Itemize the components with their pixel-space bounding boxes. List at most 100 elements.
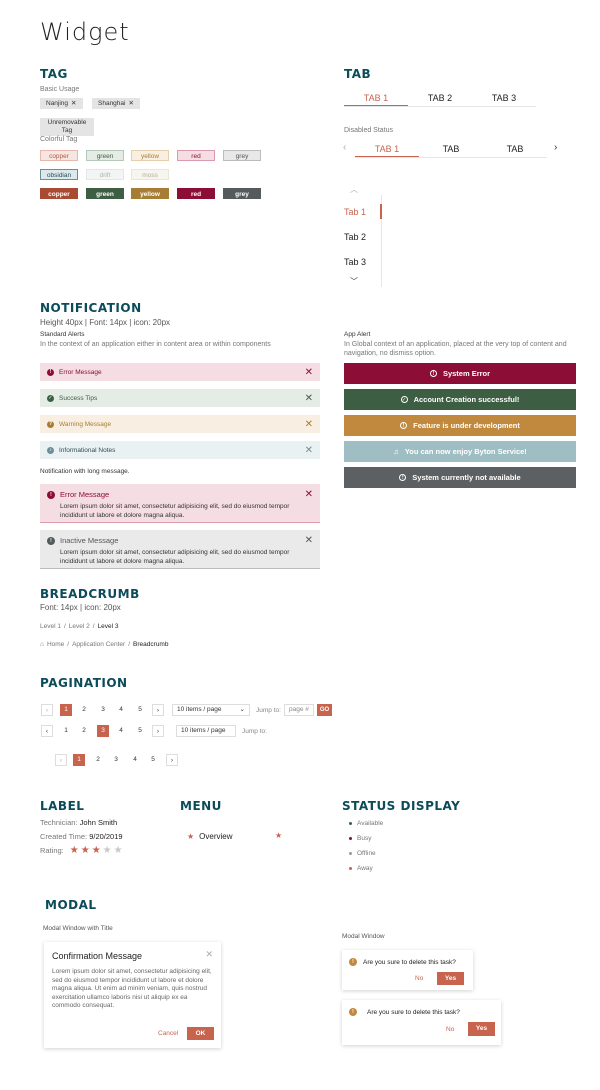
star-filled-icon[interactable]: ★ <box>70 845 79 856</box>
yes-button[interactable]: Yes <box>437 972 464 985</box>
page-3[interactable]: 3 <box>97 704 109 716</box>
chevron-left-icon[interactable]: ‹ <box>343 142 346 153</box>
breadcrumb: Level 1/ Level 2/ Level 3 <box>40 623 119 630</box>
modal-heading: MODAL <box>45 898 97 912</box>
created-key: Created Time: <box>40 832 88 841</box>
no-button[interactable]: No <box>446 1026 454 1033</box>
close-icon[interactable]: ✕ <box>128 98 133 109</box>
tag-heading: TAG <box>40 67 68 81</box>
rating-key: Rating: <box>40 846 64 855</box>
chevron-up-icon[interactable]: ︿ <box>350 184 358 195</box>
check-icon: ✓ <box>47 394 54 402</box>
page-1[interactable]: 1 <box>60 725 72 737</box>
page-size-select[interactable]: 10 items / page <box>176 725 236 737</box>
tab-3[interactable]: TAB 3 <box>472 93 536 106</box>
menu-item-overview[interactable]: ★ Overview <box>187 832 233 841</box>
cancel-button[interactable]: Cancel <box>158 1030 178 1037</box>
page-4[interactable]: 4 <box>115 704 127 716</box>
tab-scroll-2[interactable]: TAB <box>419 144 483 157</box>
chevron-right-icon[interactable]: › <box>554 142 557 153</box>
status-label: Away <box>357 865 373 872</box>
page-5[interactable]: 5 <box>134 725 146 737</box>
warning-icon: ! <box>349 1008 357 1016</box>
alert-title: Error Message <box>60 490 110 499</box>
vertical-tab-3[interactable]: Tab 3 <box>344 257 366 267</box>
bell-icon: ♫ <box>393 447 399 456</box>
next-page-button[interactable]: › <box>166 754 178 766</box>
page-2[interactable]: 2 <box>78 725 90 737</box>
tab-scroll-3[interactable]: TAB <box>483 144 547 157</box>
page-3[interactable]: 3 <box>110 754 122 766</box>
tag-shanghai[interactable]: Shanghai ✕ <box>92 98 140 109</box>
page-3[interactable]: 3 <box>97 725 109 737</box>
page-5[interactable]: 5 <box>134 704 146 716</box>
alert-info: ♪ Informational Notes ✕ <box>40 441 320 459</box>
vertical-tab-1[interactable]: Tab 1 <box>344 207 366 217</box>
close-icon[interactable]: ✕ <box>305 393 313 404</box>
no-button[interactable]: No <box>415 975 423 982</box>
prev-page-button[interactable]: ‹ <box>41 725 53 737</box>
page-4[interactable]: 4 <box>129 754 141 766</box>
app-alert-text: Feature is under development <box>413 421 520 430</box>
close-icon[interactable]: ✕ <box>305 535 313 546</box>
star-filled-icon[interactable]: ★ <box>81 845 90 856</box>
chevron-down-icon[interactable]: ﹀ <box>350 276 358 287</box>
breadcrumb-app-center[interactable]: Application Center <box>72 641 125 648</box>
breadcrumb-level-2[interactable]: Level 2 <box>69 623 90 630</box>
yes-button[interactable]: Yes <box>468 1022 495 1036</box>
modal-question: Are you sure to delete this task? <box>363 958 456 966</box>
tag-moss: moss <box>131 169 169 180</box>
close-icon[interactable]: ✕ <box>305 445 313 456</box>
page-5[interactable]: 5 <box>147 754 159 766</box>
alert-text: Error Message <box>59 368 102 376</box>
tab-scroll-1[interactable]: TAB 1 <box>355 144 419 157</box>
status-away: Away <box>349 865 373 872</box>
app-alert-error: ! System Error <box>344 363 576 384</box>
tag-copper-solid: copper <box>40 188 78 199</box>
page-size-select[interactable]: 10 items / page ⌄ <box>172 704 250 716</box>
standard-alerts-desc: In the context of an application either … <box>40 341 271 348</box>
tag-green-solid: green <box>86 188 124 199</box>
ok-button[interactable]: OK <box>187 1027 214 1040</box>
breadcrumb-home-link[interactable]: Home <box>47 641 64 648</box>
tag-nanjing[interactable]: Nanjing ✕ <box>40 98 83 109</box>
basic-usage-label: Basic Usage <box>40 86 80 93</box>
page-2[interactable]: 2 <box>92 754 104 766</box>
next-page-button[interactable]: › <box>152 725 164 737</box>
error-icon: ! <box>47 490 55 499</box>
breadcrumb-level-1[interactable]: Level 1 <box>40 623 61 630</box>
prev-page-button[interactable]: ‹ <box>55 754 67 766</box>
star-filled-icon[interactable]: ★ <box>92 845 101 856</box>
page-1[interactable]: 1 <box>60 704 72 716</box>
star-icon[interactable]: ★ <box>275 831 282 840</box>
modal-body: Lorem ipsum dolor sit amet, consectetur … <box>52 968 212 1009</box>
close-icon[interactable]: ✕ <box>205 949 213 960</box>
page-4[interactable]: 4 <box>115 725 127 737</box>
breadcrumb-level-3: Level 3 <box>97 623 119 630</box>
tab-2[interactable]: TAB 2 <box>408 93 472 106</box>
status-offline: Offline <box>349 850 376 857</box>
close-icon[interactable]: ✕ <box>71 98 76 109</box>
jump-label: Jump to: <box>256 707 281 714</box>
next-page-button[interactable]: › <box>152 704 164 716</box>
go-button[interactable]: GO <box>317 704 332 716</box>
warning-icon: ! <box>349 958 357 966</box>
tag-grey-solid: grey <box>223 188 261 199</box>
page-1[interactable]: 1 <box>73 754 85 766</box>
tab-1[interactable]: TAB 1 <box>344 93 408 106</box>
home-icon[interactable]: ⌂ <box>40 641 44 648</box>
close-icon[interactable]: ✕ <box>305 419 313 430</box>
star-empty-icon[interactable]: ★ <box>114 845 123 856</box>
close-icon[interactable]: ✕ <box>305 489 313 500</box>
tab-bar: TAB 1 TAB 2 TAB 3 <box>344 93 536 107</box>
prev-page-button[interactable]: ‹ <box>41 704 53 716</box>
close-icon[interactable]: ✕ <box>305 367 313 378</box>
star-rating[interactable]: ★ ★ ★ ★ ★ <box>70 845 123 856</box>
vertical-tab-2[interactable]: Tab 2 <box>344 232 366 242</box>
menu-item-label: Overview <box>199 832 233 841</box>
app-alert-text: Account Creation successful! <box>413 395 520 404</box>
modal-with-title-label: Modal Window with Title <box>43 925 113 932</box>
star-empty-icon[interactable]: ★ <box>103 845 112 856</box>
page-2[interactable]: 2 <box>78 704 90 716</box>
page-jump-input[interactable]: page # <box>284 704 314 716</box>
